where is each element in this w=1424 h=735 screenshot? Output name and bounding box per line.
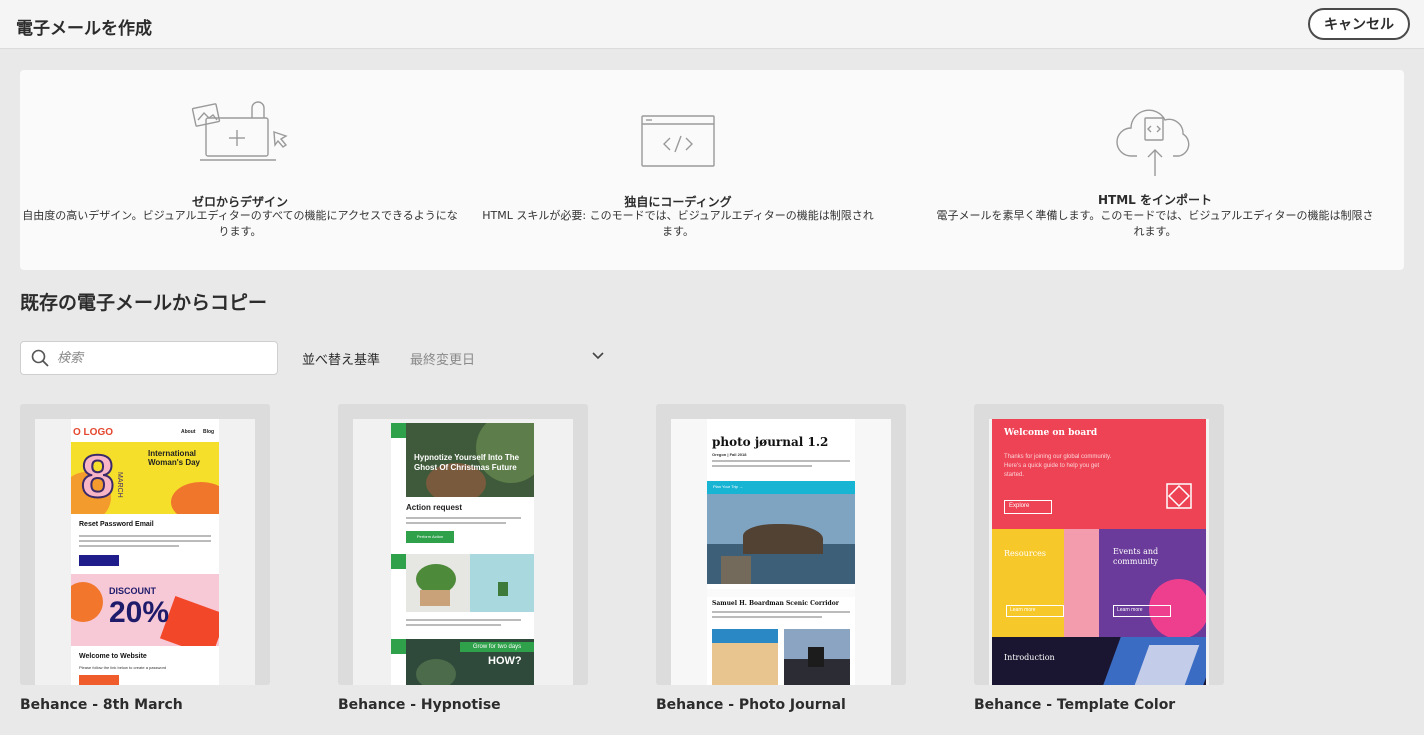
preview-heading: Welcome on board [1004,428,1098,438]
template-name: Behance - Hypnotise [338,697,501,713]
preview-month: MARCH [116,472,123,498]
template-preview: Welcome on board Thanks for joining our … [989,419,1209,685]
preview-label: Resources [1004,549,1046,558]
cancel-button[interactable]: キャンセル [1308,8,1410,40]
preview-nav: About [181,429,196,435]
section-title: 既存の電子メールからコピー [20,292,268,314]
preview-discount: DISCOUNT [109,586,156,596]
preview-percent: 20% [109,596,170,629]
preview-heading: Welcome to Website [79,653,147,660]
template-thumbnail[interactable]: photo jøurnal 1.2 Oregon | Fall 2018 Pla… [656,404,906,685]
option-description-line: ます。 [662,225,694,238]
preview-button: Perform Action [406,531,454,543]
preview-body: Please follow the link below to create a… [79,665,167,670]
preview-heading: Action request [406,503,463,512]
option-import-html[interactable]: HTML をインポート 電子メールを素早く準備します。このモードでは、ビジュアル… [920,70,1390,270]
template-card[interactable]: photo jøurnal 1.2 Oregon | Fall 2018 Pla… [656,404,906,713]
option-description-line: 電子メールを素早く準備します。このモードでは、ビジュアルエディターの機能は制限さ [936,209,1374,222]
option-title: HTML をインポート [1098,193,1212,207]
dialog-header: 電子メールを作成 キャンセル [0,0,1424,49]
search-icon [31,349,49,367]
template-name: Behance - Photo Journal [656,697,846,713]
creation-options-panel: ゼロからデザイン 自由度の高いデザイン。ビジュアルエディターのすべての機能にアク… [20,70,1404,270]
code-icon [641,115,715,167]
preview-label: Introduction [1004,653,1055,662]
preview-caption: Samuel H. Boardman Scenic Corridor [712,600,839,607]
page-title: 電子メールを作成 [16,19,152,39]
preview-button: Explore [1004,500,1052,514]
template-thumbnail[interactable]: Hypnotize Yourself Into The Ghost Of Chr… [338,404,588,685]
preview-nav: Blog [203,429,215,435]
diamond-logo-icon [1166,483,1192,509]
preview-headline: International Woman's Day [148,449,200,467]
option-code-your-own[interactable]: 独自にコーディング HTML スキルが必要: このモードでは、ビジュアルエディタ… [460,70,896,270]
option-description: 自由度の高いデザイン。ビジュアルエディターのすべての機能にアクセスできるようにな… [20,208,460,240]
option-design-from-scratch[interactable]: ゼロからデザイン 自由度の高いデザイン。ビジュアルエディターのすべての機能にアク… [20,70,460,270]
template-thumbnail[interactable]: O LOGO About Blog 8 MARCH International … [20,404,270,685]
preview-heading: Reset Password Email [79,521,154,528]
preview-label: Grow for two days [460,642,534,652]
template-preview: O LOGO About Blog 8 MARCH International … [35,419,255,685]
option-description-line: HTML スキルが必要: このモードでは、ビジュアルエディターの機能は制限され [482,209,874,222]
template-preview: photo jøurnal 1.2 Oregon | Fall 2018 Pla… [671,419,891,685]
option-description: HTML スキルが必要: このモードでは、ビジュアルエディターの機能は制限され … [460,208,896,240]
search-input[interactable] [57,348,267,368]
cloud-upload-icon [1116,109,1190,176]
design-from-scratch-icon [191,101,288,161]
sort-label: 並べ替え基準 [302,353,381,368]
template-thumbnail[interactable]: Welcome on board Thanks for joining our … [974,404,1224,685]
option-description-line: 自由度の高いデザイン。ビジュアルエディターのすべての機能にアクセスできるようにな [22,209,458,222]
preview-subtitle: Oregon | Fall 2018 [712,452,747,457]
template-card[interactable]: Welcome on board Thanks for joining our … [974,404,1224,713]
option-description: 電子メールを素早く準備します。このモードでは、ビジュアルエディターの機能は制限さ… [920,208,1390,240]
search-field[interactable] [20,341,278,375]
chevron-down-icon [592,352,604,360]
preview-label: HOW? [488,655,522,667]
preview-cta: Plan Your Trip → [713,484,744,489]
sort-selected-value: 最終変更日 [410,353,476,368]
template-preview: Hypnotize Yourself Into The Ghost Of Chr… [353,419,573,685]
preview-title: photo jøurnal 1.2 [712,435,829,449]
preview-button: Learn more [1113,605,1171,617]
template-card[interactable]: O LOGO About Blog 8 MARCH International … [20,404,270,713]
template-card[interactable]: Hypnotize Yourself Into The Ghost Of Chr… [338,404,588,713]
option-description-line: れます。 [1133,225,1177,238]
option-description-line: ります。 [218,225,262,238]
preview-body: Thanks for joining our global community.… [1004,454,1112,478]
preview-big-number: 8 [80,442,115,511]
preview-label: Events and community [1113,547,1159,566]
preview-logo: O LOGO [73,427,113,438]
sort-dropdown[interactable]: 最終変更日 [410,344,606,372]
template-name: Behance - 8th March [20,697,183,713]
preview-headline: Hypnotize Yourself Into The Ghost Of Chr… [414,453,520,472]
template-name: Behance - Template Color [974,697,1176,713]
preview-button: Learn more [1006,605,1064,617]
